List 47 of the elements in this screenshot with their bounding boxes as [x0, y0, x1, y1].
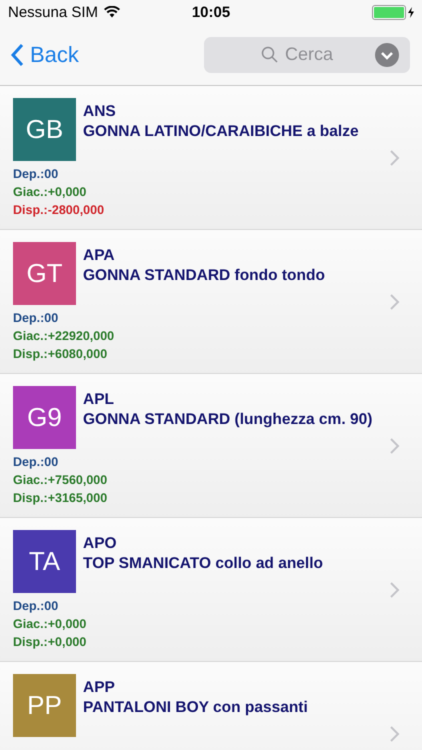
initials-tile: GB — [13, 98, 76, 161]
chevron-icon — [390, 150, 400, 166]
stock-value: Giac.:+0,000 — [13, 616, 86, 633]
stock-value: Giac.:+0,000 — [13, 184, 86, 201]
dropdown-icon[interactable] — [375, 42, 399, 66]
carrier-name: Nessuna SIM — [8, 4, 98, 20]
list-item[interactable]: G9 APL GONNA STANDARD (lunghezza cm. 90) Dep.:00 Giac.:+7560,000 Disp.:+3165,000 — [0, 374, 422, 518]
chevron-icon — [390, 294, 400, 310]
initials-tile: G9 — [13, 386, 76, 449]
item-name: GONNA STANDARD fondo tondo — [83, 266, 325, 286]
item-code: APO — [83, 534, 117, 554]
item-name: GONNA STANDARD (lunghezza cm. 90) — [83, 410, 372, 430]
item-code: APA — [83, 246, 115, 266]
stock-value: Dep.:00 — [13, 166, 58, 183]
stock-value: Disp.:+3165,000 — [13, 490, 108, 507]
stock-value: Giac.:+22920,000 — [13, 328, 114, 345]
chevron-icon — [390, 438, 400, 454]
stock-value: Dep.:00 — [13, 310, 58, 327]
stock-value: Giac.:+7560,000 — [13, 472, 108, 489]
search-icon — [261, 46, 279, 64]
battery-icon — [372, 4, 406, 20]
initials-tile: GT — [13, 242, 76, 305]
initials-tile: PP — [13, 674, 76, 737]
list-item[interactable]: GT APA GONNA STANDARD fondo tondo Dep.:00 Giac.:+22920,000 Disp.:+6080,000 — [0, 230, 422, 374]
stock-value: Dep.:00 — [13, 598, 58, 615]
item-name: GONNA LATINO/CARAIBICHE a balze — [83, 122, 359, 142]
stock-value: Dep.:00 — [13, 454, 58, 471]
stock-value: Disp.:-2800,000 — [13, 202, 104, 219]
initials-tile: TA — [13, 530, 76, 593]
list-item[interactable]: PP APP PANTALONI BOY con passanti — [0, 662, 422, 750]
chevron-icon — [390, 582, 400, 598]
stock-value: Disp.:+0,000 — [13, 634, 86, 651]
wifi-icon — [104, 6, 120, 18]
back-chevron-icon — [10, 42, 24, 66]
search-bar[interactable]: Cerca — [204, 36, 410, 72]
stock-value: Disp.:+6080,000 — [13, 346, 108, 363]
back-button[interactable]: Back — [10, 42, 79, 68]
item-code: ANS — [83, 102, 116, 122]
item-code: APP — [83, 678, 115, 698]
item-code: APL — [83, 390, 114, 410]
list-item[interactable]: TA APO TOP SMANICATO collo ad anello Dep.:00 Giac.:+0,000 Disp.:+0,000 — [0, 518, 422, 662]
clock-time: 10:05 — [192, 4, 230, 20]
chevron-icon — [390, 726, 400, 742]
search-field[interactable]: Cerca — [283, 43, 361, 66]
item-name: PANTALONI BOY con passanti — [83, 698, 308, 718]
item-name: TOP SMANICATO collo ad anello — [83, 554, 324, 574]
list-item[interactable]: GB ANS GONNA LATINO/CARAIBICHE a balze Dep.:00 Giac.:+0,000 Disp.:-2800,000 — [0, 86, 422, 230]
